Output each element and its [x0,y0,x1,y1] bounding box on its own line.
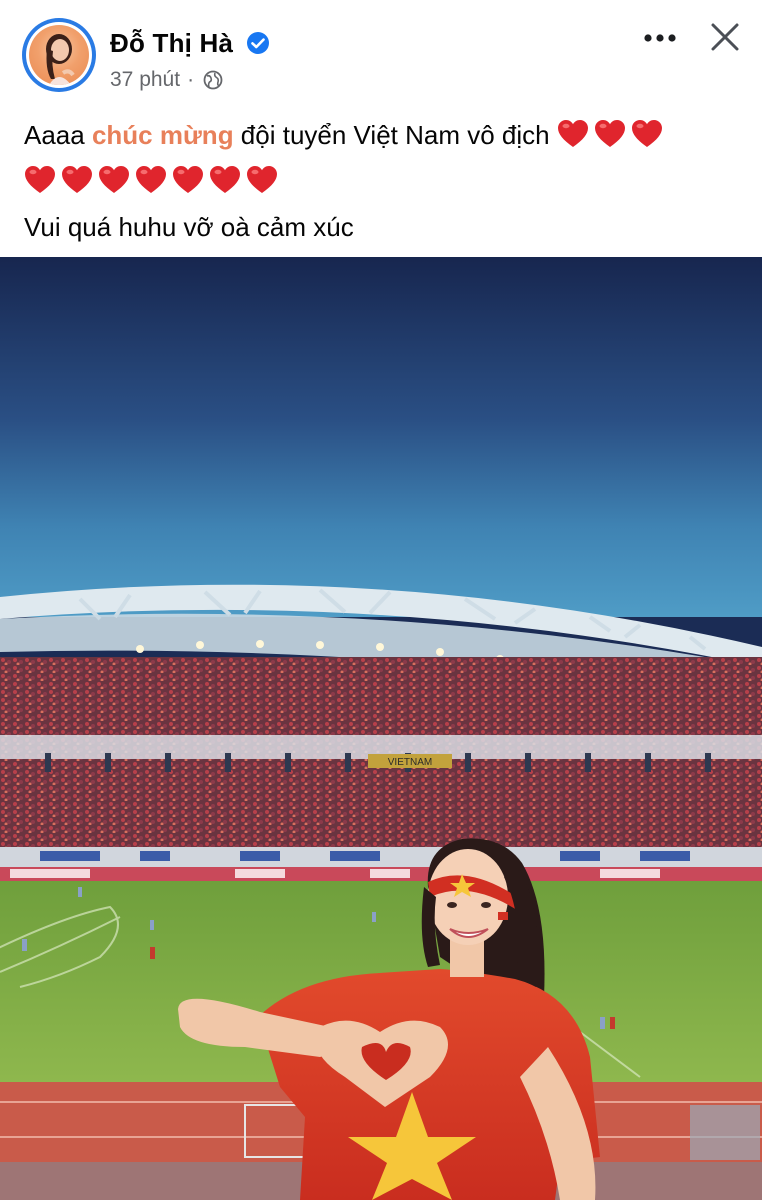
red-heart-emoji [557,120,588,147]
meta-separator: · [187,68,195,91]
more-options-button[interactable] [640,22,680,54]
post-photo[interactable]: VIETNAM [0,257,762,1200]
red-heart-emoji [62,166,92,193]
post-header: Đỗ Thị Hà 37 phút · [0,0,762,100]
avatar-image [29,25,89,85]
photo-sky [0,257,762,617]
globe-icon[interactable] [203,70,223,90]
close-button[interactable] [706,18,744,56]
hearts-line-1 [557,120,668,150]
red-heart-emoji [631,120,662,147]
stand-banner-text: VIETNAM [388,757,432,768]
post-meta: 37 phút · [110,68,223,92]
red-heart-emoji [136,166,166,193]
red-heart-emoji [25,166,55,193]
red-heart-emoji [210,166,240,193]
red-heart-emoji [247,166,277,193]
close-icon [711,23,739,51]
post-time[interactable]: 37 phút [110,68,180,92]
caption-highlight[interactable]: chúc mừng [92,120,234,150]
red-heart-emoji [173,166,203,193]
verified-badge-icon [247,32,269,54]
author-name[interactable]: Đỗ Thị Hà [110,28,233,59]
more-options-icon [644,34,676,42]
avatar-ring [26,22,92,88]
caption-line1-rest: đội tuyển Việt Nam vô địch [233,120,550,150]
caption-line-3: Vui quá huhu vỡ oà cảm xúc [24,212,354,242]
red-heart-emoji [594,120,625,147]
caption-prefix: Aaaa [24,120,92,150]
hearts-line-2 [24,158,744,204]
caption-line-1: Aaaa chúc mừng đội tuyển Việt Nam vô địc… [24,112,744,158]
red-heart-emoji [99,166,129,193]
post-caption: Aaaa chúc mừng đội tuyển Việt Nam vô địc… [24,112,744,250]
avatar[interactable] [22,18,96,92]
